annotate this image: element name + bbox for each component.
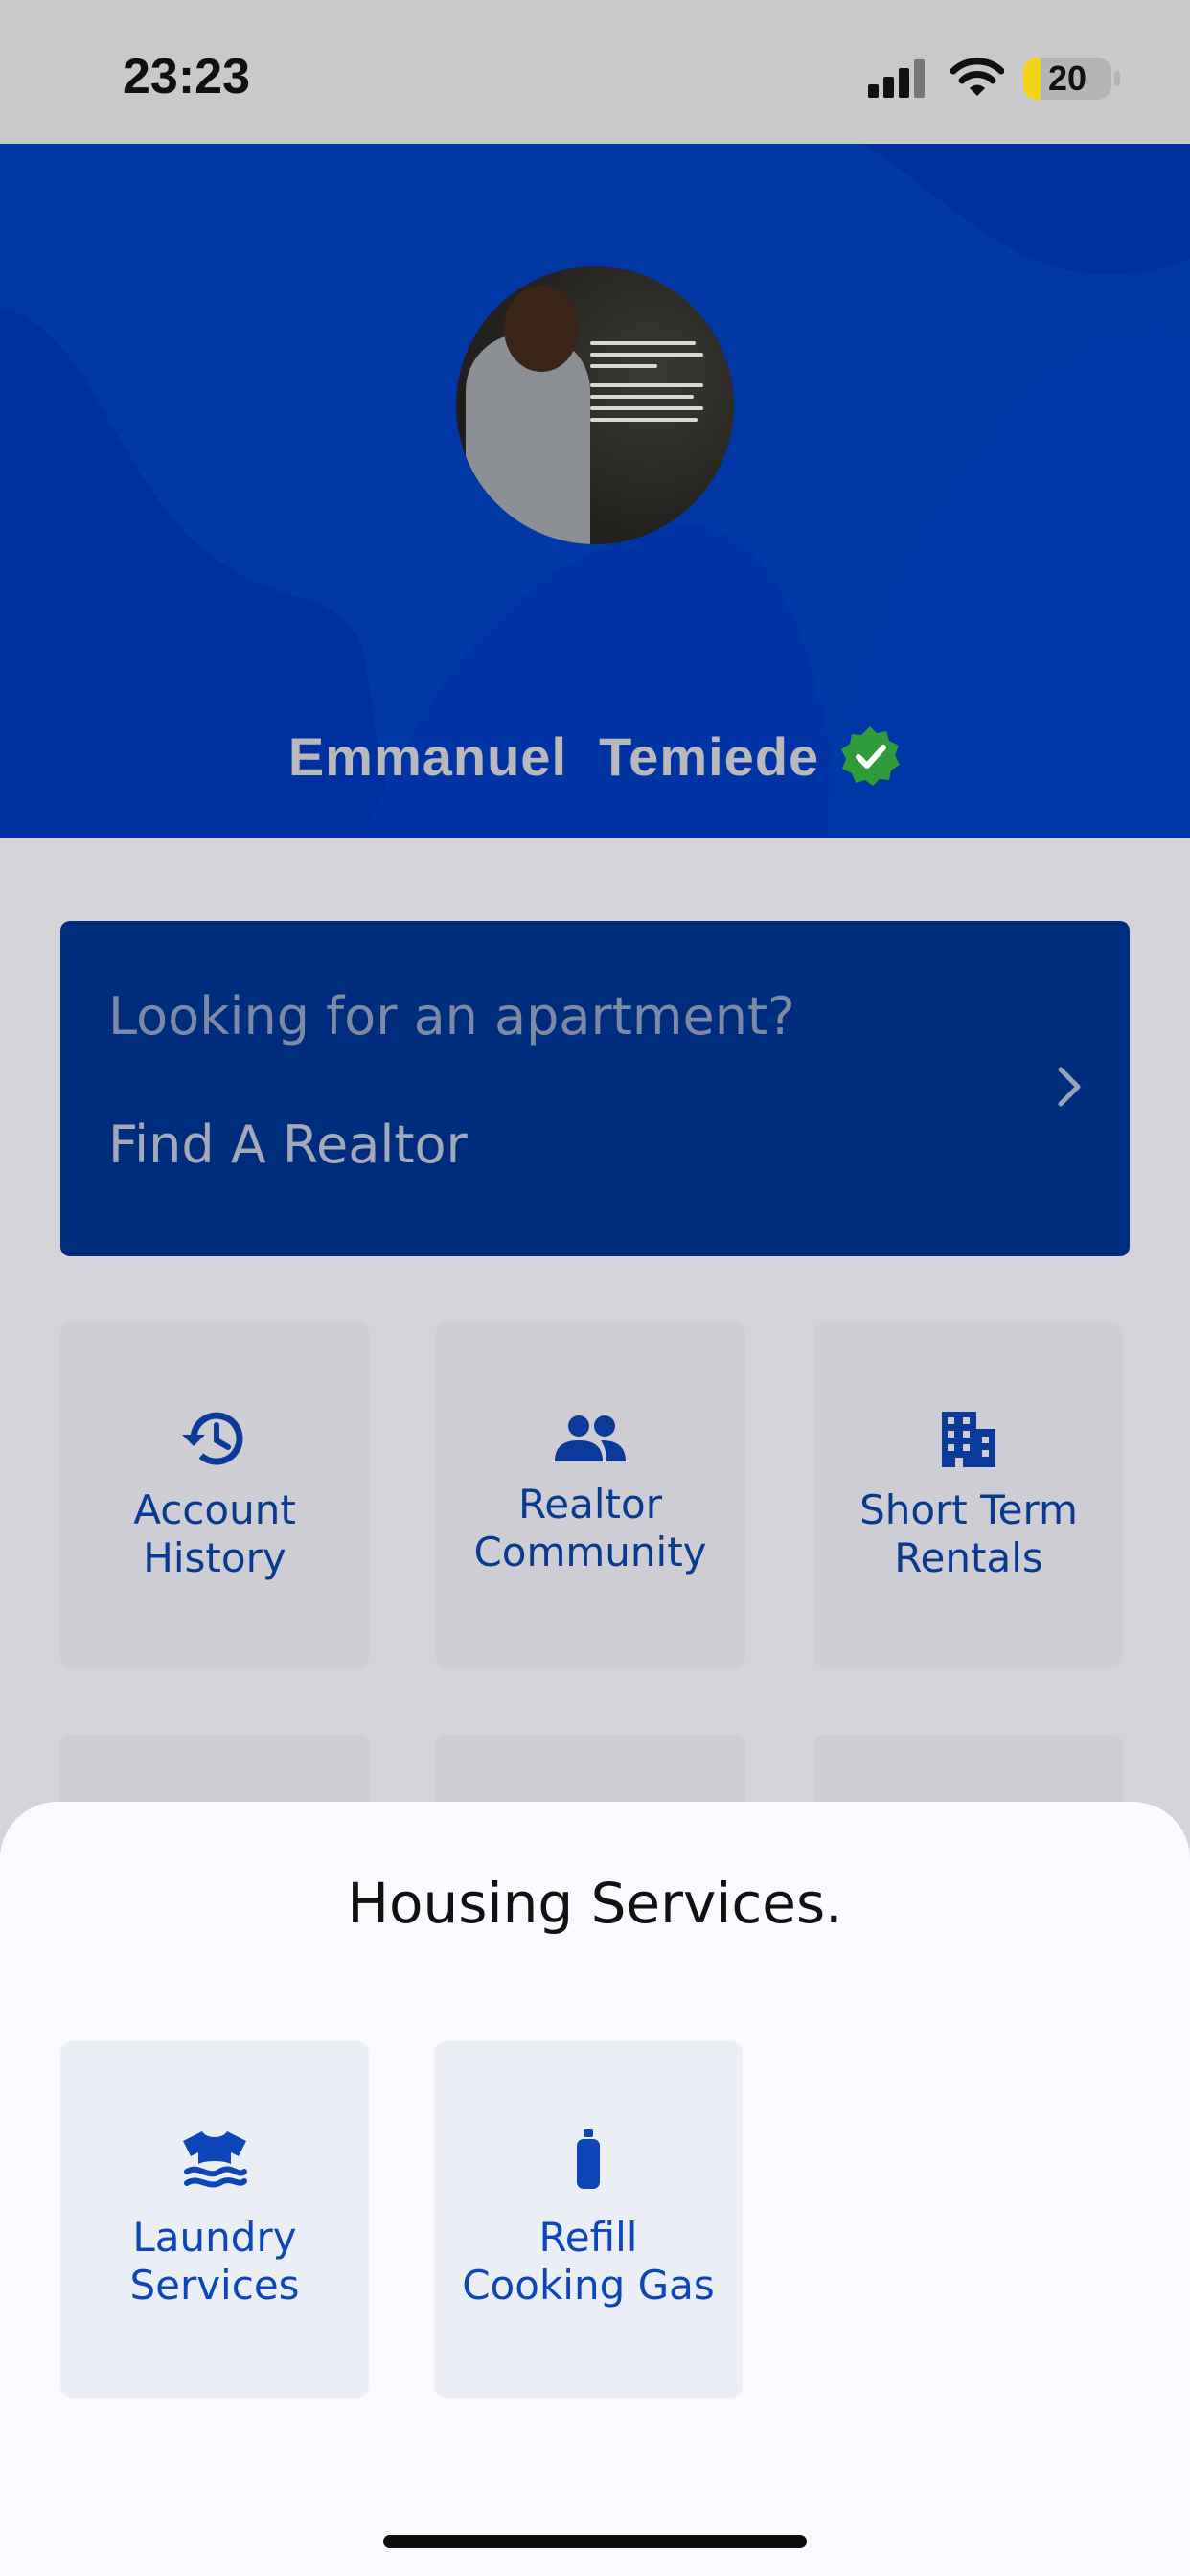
verified-badge-icon: [841, 726, 901, 786]
signal-icon: [868, 59, 925, 98]
refill-cooking-gas-button[interactable]: Refill Cooking Gas: [434, 2041, 743, 2398]
tile-label: Realtor Community: [473, 1481, 707, 1576]
status-bar: 23:23 20: [0, 0, 1190, 144]
avatar[interactable]: [456, 266, 734, 544]
tile-account-history[interactable]: Account History: [60, 1322, 369, 1668]
housing-services-sheet: Housing Services. Laundry Services Refil…: [0, 1802, 1190, 2576]
sheet-title: Housing Services.: [347, 1871, 843, 1936]
tile-label: Short Term Rentals: [859, 1486, 1078, 1581]
tile-realtor-community[interactable]: Realtor Community: [436, 1322, 744, 1668]
find-realtor-card[interactable]: Looking for an apartment? Find A Realtor: [60, 921, 1130, 1256]
laundry-shirt-icon: [183, 2131, 247, 2188]
battery-cap: [1114, 71, 1120, 86]
status-time: 23:23: [123, 49, 250, 104]
chevron-right-icon: [1058, 1067, 1081, 1107]
find-realtor-label: Find A Realtor: [108, 1115, 468, 1175]
history-icon: [182, 1412, 243, 1465]
wifi-icon: [950, 58, 1004, 96]
service-label: Laundry Services: [129, 2214, 300, 2309]
tile-short-term-rentals[interactable]: Short Term Rentals: [814, 1322, 1123, 1668]
battery-percent: 20: [1047, 58, 1087, 98]
avatar-head: [504, 286, 579, 372]
group-icon: [555, 1415, 626, 1461]
tile-label: Account History: [133, 1486, 296, 1581]
battery-indicator: 20: [1023, 58, 1111, 100]
home-indicator[interactable]: [383, 2535, 807, 2548]
user-name-row: Emmanuel Temiede: [0, 724, 1190, 788]
service-label: Refill Cooking Gas: [462, 2214, 715, 2309]
laundry-services-button[interactable]: Laundry Services: [60, 2041, 369, 2398]
building-icon: [942, 1412, 995, 1467]
profile-header: Emmanuel Temiede: [0, 144, 1190, 838]
user-name: Emmanuel Temiede: [287, 725, 820, 787]
promo-question: Looking for an apartment?: [108, 986, 795, 1046]
gas-bottle-icon: [577, 2129, 600, 2189]
